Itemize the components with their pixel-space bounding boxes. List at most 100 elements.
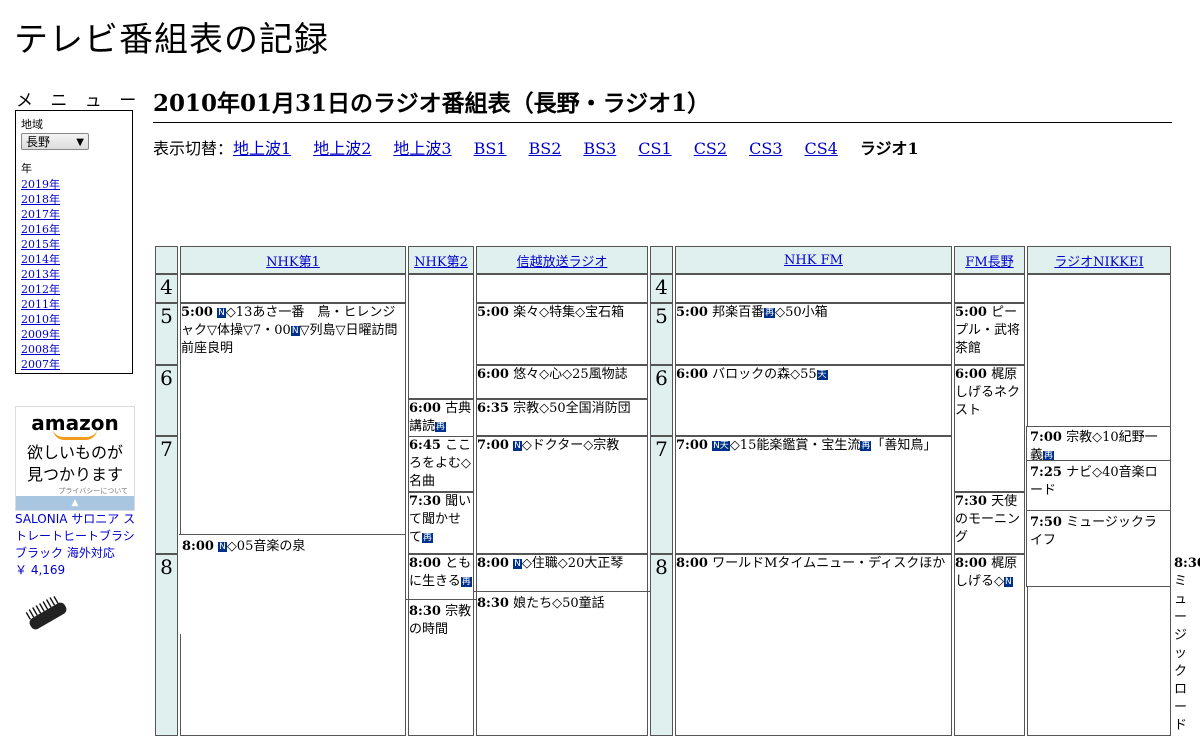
channel-link[interactable]: ラジオNIKKEI [1054,255,1143,270]
hour-cell: 6 [155,365,178,436]
program-title: バロックの森◇55 [712,367,817,382]
year-link[interactable]: 2007年 [21,357,127,372]
year-link[interactable]: 2009年 [21,327,127,342]
chevron-down-icon: ▼ [76,137,84,148]
switch-link-bs1[interactable]: BS1 [474,139,507,158]
program-cell[interactable]: 6:45 こころをよむ◇名曲 [408,436,474,492]
program-time: 7:00 [676,438,708,453]
hairbrush-image[interactable] [22,596,74,636]
program-cell[interactable]: 5:00 邦楽百番再◇50小箱 [675,303,952,365]
switch-link-bs2[interactable]: BS2 [528,139,561,158]
program-time: 7:25 [1030,465,1062,480]
program-title: ◇15能楽鑑賞・宝生流 [729,438,861,453]
program-time: 8:30 [477,596,509,611]
program-cell[interactable]: 7:00 宗教◇10紀野一義再 [1026,426,1171,461]
hour-cell: 8 [650,554,673,736]
empty-slot [408,274,474,399]
program-cell[interactable]: 5:00 N◇13あさ一番 鳥・ヒレンジャク▽体操▽7・00N▽列島▽日曜訪問 … [180,303,411,736]
program-cell[interactable]: 6:35 宗教◇50全国消防団 [476,399,648,436]
program-time: 8:30 [409,604,441,619]
program-time: 7:00 [477,438,509,453]
channel-link[interactable]: NHK FM [784,253,843,268]
program-cell[interactable]: 8:00 ワールドMタイムニュー・ディスクほか [675,554,952,736]
year-link[interactable]: 2011年 [21,297,127,312]
region-select[interactable]: 長野 ▼ [21,133,89,150]
switch-link-cs4[interactable]: CS4 [804,139,837,158]
program-cell[interactable]: 8:00 N◇05音楽の泉 [179,534,405,634]
switch-link-cs3[interactable]: CS3 [749,139,782,158]
program-title: 楽々◇特集◇宝石箱 [513,305,625,320]
switch-link-cs1[interactable]: CS1 [638,139,671,158]
news-icon: N [513,559,522,569]
channel-link[interactable]: FM長野 [965,255,1013,270]
program-cell[interactable]: 6:00 悠々◇心◇25風物誌 [476,365,648,399]
ad-product[interactable]: SALONIA サロニア ストレートヒートブラシ ブラック 海外対応 ￥ 4,1… [15,511,139,579]
program-cell[interactable]: 8:00 N◇住職◇20大正琴 8:30 娘たち◇50童話 [474,554,650,736]
program-cell[interactable]: 8:00 梶原しげる◇N [954,554,1025,736]
amazon-ad[interactable]: amazon 欲しいものが 見つかります プライバシーについて ▲ [15,406,135,511]
channel-link[interactable]: 信越放送ラジオ [517,255,608,270]
year-link[interactable]: 2016年 [21,222,127,237]
program-title: ◇ドクター◇宗教 [521,438,620,453]
year-link[interactable]: 2018年 [21,192,127,207]
program-cell[interactable]: 7:50 ミュージックライフ [1026,511,1171,587]
year-link[interactable]: 2015年 [21,237,127,252]
channel-switcher: 表示切替：地上波1 地上波2 地上波3 BS1 BS2 BS3 CS1 CS2 CS3 CS4 ラジ… [153,135,919,159]
year-link[interactable]: 2010年 [21,312,127,327]
chevron-up-icon[interactable]: ▲ [16,496,134,510]
channel-header: NHK FM [675,246,952,274]
program-time: 8:00 [955,556,987,571]
ad-message-line-2: 見つかります [26,465,123,484]
program-cell[interactable]: 6:00 古典講読再 [408,399,474,436]
program-title: 邦楽百番 [712,305,765,320]
channel-link[interactable]: NHK第2 [414,255,468,270]
program-cell[interactable]: 7:30 天使のモーニング [954,492,1025,554]
program-time: 5:00 [477,305,509,320]
program-cell[interactable]: 7:25 ナビ◇40音楽ロード [1026,461,1171,511]
program-time: 6:45 [409,438,441,453]
program-cell[interactable]: 5:00 楽々◇特集◇宝石箱 [476,303,648,365]
ad-message-line-1: 欲しいものが [26,443,123,462]
program-title: 「善知鳥」 [871,438,937,453]
channel-header: FM長野 [954,246,1025,274]
rerun-icon: 再 [422,533,434,543]
program-cell[interactable]: 7:00 N天◇15能楽鑑賞・宝生流再「善知鳥」 [675,436,952,554]
year-link[interactable]: 2017年 [21,207,127,222]
news-icon: N [217,308,226,318]
rerun-icon: 再 [435,422,447,432]
program-time: 6:35 [477,401,509,416]
news-weather-icon: N天 [712,441,730,451]
region-label: 地域 [21,118,43,131]
empty-slot [180,274,406,303]
ad-privacy-link[interactable]: プライバシーについて [16,486,134,496]
program-title: 宗教◇50全国消防団 [513,401,631,416]
year-label: 年 [21,162,32,175]
program-cell[interactable]: 8:00 ともに生きる再 8:30 宗教の時間 [406,554,476,736]
rerun-icon: 再 [860,441,872,451]
empty-slot [954,274,1025,303]
program-cell[interactable]: 6:00 バロックの森◇55天 [675,365,952,436]
year-link[interactable]: 2013年 [21,267,127,282]
amazon-logo: amazon [31,411,119,435]
program-cell[interactable]: 6:00 梶原しげるネクスト [954,365,1025,492]
program-time: 8:00 [676,556,708,571]
year-link[interactable]: 2014年 [21,252,127,267]
year-link[interactable]: 2012年 [21,282,127,297]
switch-link-bs3[interactable]: BS3 [583,139,616,158]
program-title: ワールドMタイムニュー・ディスクほか [712,556,946,571]
year-link[interactable]: 2019年 [21,177,127,192]
program-time: 7:30 [955,494,987,509]
switch-link-terrestrial-3[interactable]: 地上波3 [393,139,451,158]
switch-link-terrestrial-2[interactable]: 地上波2 [313,139,371,158]
program-cell[interactable]: 7:30 聞いて聞かせて再 [408,492,474,554]
channel-link[interactable]: NHK第1 [266,255,320,270]
program-cell[interactable]: 7:00 N◇ドクター◇宗教 [476,436,648,554]
program-time: 6:00 [477,367,509,382]
ad-product-name[interactable]: SALONIA サロニア ストレートヒートブラシ ブラック 海外対応 [15,511,139,562]
switch-link-cs2[interactable]: CS2 [694,139,727,158]
program-cell[interactable]: 5:00 ピープル・武将茶館 [954,303,1025,365]
switch-link-terrestrial-1[interactable]: 地上波1 [233,139,291,158]
program-time: 7:00 [1030,430,1062,445]
year-link[interactable]: 2008年 [21,342,127,357]
news-icon: N [1004,577,1013,587]
